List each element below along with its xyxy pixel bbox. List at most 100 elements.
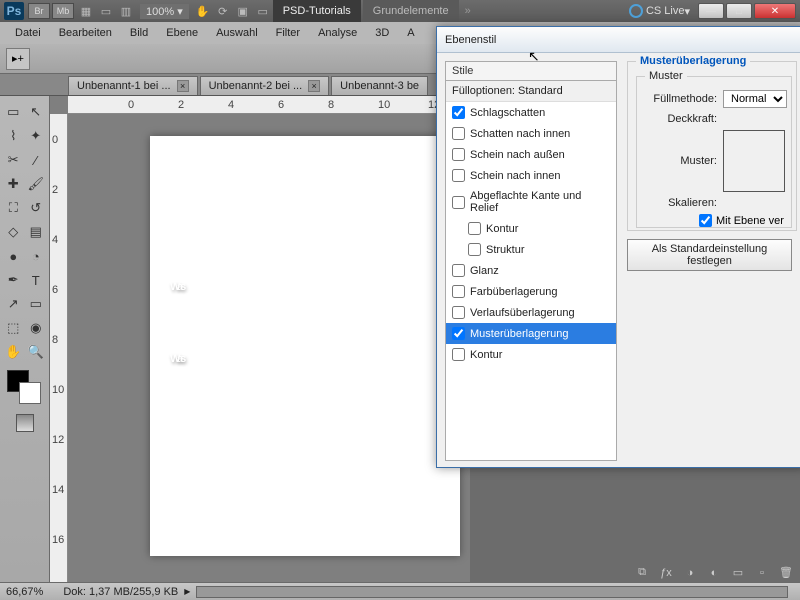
doc-tab-1[interactable]: Unbenannt-1 bei ...× <box>68 76 198 95</box>
style-checkbox[interactable] <box>468 243 481 256</box>
style-item-kontur-sub[interactable]: Kontur <box>446 218 616 239</box>
lasso-tool[interactable]: ⌇ <box>3 125 24 147</box>
menu-analyse[interactable]: Analyse <box>309 24 366 42</box>
brush-tool[interactable]: 🖌 <box>26 173 47 195</box>
cs-live-button[interactable]: CS Live ▾ <box>629 4 690 18</box>
view-extras-icon[interactable]: ▦ <box>78 3 94 19</box>
history-brush-tool[interactable]: ↺ <box>26 197 47 219</box>
menu-truncated[interactable]: A <box>398 24 423 42</box>
style-checkbox[interactable] <box>452 327 465 340</box>
view-guides-icon[interactable]: ▥ <box>118 3 134 19</box>
trash-icon[interactable]: 🗑 <box>778 566 794 579</box>
style-checkbox[interactable] <box>452 196 465 209</box>
style-checkbox[interactable] <box>452 348 465 361</box>
workspace-tab-psdtutorials[interactable]: PSD-Tutorials <box>273 0 361 22</box>
bridge-button[interactable]: Br <box>28 3 50 19</box>
style-item-schlagschatten[interactable]: Schlagschatten <box>446 102 616 123</box>
hand-icon[interactable]: ✋ <box>195 3 211 19</box>
minibridge-button[interactable]: Mb <box>52 3 74 19</box>
style-checkbox[interactable] <box>452 306 465 319</box>
style-item-muster[interactable]: Musterüberlagerung <box>446 323 616 344</box>
blur-tool[interactable]: ● <box>3 245 24 267</box>
marquee-tool[interactable]: ▭ <box>3 101 24 123</box>
status-zoom[interactable]: 66,67% <box>6 586 43 598</box>
style-item-fill[interactable]: Fülloptionen: Standard <box>446 81 616 102</box>
pen-tool[interactable]: ✒ <box>3 269 24 291</box>
arrange-docs-icon[interactable]: ▣ <box>235 3 251 19</box>
3d-tool[interactable]: ⬚ <box>3 317 24 339</box>
path-tool[interactable]: ↗ <box>3 293 24 315</box>
style-checkbox[interactable] <box>452 148 465 161</box>
close-tab-icon[interactable]: × <box>177 80 189 92</box>
background-swatch[interactable] <box>19 382 41 404</box>
style-item-schein-innen[interactable]: Schein nach innen <box>446 165 616 186</box>
move-tool[interactable]: ↖ <box>26 101 47 123</box>
menu-filter[interactable]: Filter <box>267 24 309 42</box>
style-checkbox[interactable] <box>452 127 465 140</box>
style-item-glanz[interactable]: Glanz <box>446 260 616 281</box>
style-checkbox[interactable] <box>452 264 465 277</box>
zoom-level[interactable]: 100% ▾ <box>140 4 189 19</box>
camera-tool[interactable]: ◉ <box>26 317 47 339</box>
style-checkbox[interactable] <box>468 222 481 235</box>
blend-label: Füllmethode: <box>645 93 717 105</box>
menu-auswahl[interactable]: Auswahl <box>207 24 267 42</box>
gradient-tool[interactable]: ▤ <box>26 221 47 243</box>
window-close-button[interactable]: ✕ <box>754 3 796 19</box>
zoom-tool[interactable]: 🔍 <box>26 341 47 363</box>
make-default-button[interactable]: Als Standardeinstellung festlegen <box>627 239 792 271</box>
type-tool[interactable]: T <box>26 269 47 291</box>
dialog-titlebar[interactable]: Ebenenstil <box>437 27 800 53</box>
heal-tool[interactable]: ✚ <box>3 173 24 195</box>
hand-tool[interactable]: ✋ <box>3 341 24 363</box>
shape-tool[interactable]: ▭ <box>26 293 47 315</box>
adjustment-icon[interactable]: ◐ <box>706 567 722 579</box>
menu-3d[interactable]: 3D <box>366 24 398 42</box>
style-item-farbueberlagerung[interactable]: Farbüberlagerung <box>446 281 616 302</box>
window-maximize-button[interactable]: □ <box>726 3 752 19</box>
dodge-tool[interactable]: ◔ <box>26 245 47 267</box>
blend-mode-select[interactable]: Normal <box>723 90 787 108</box>
view-rulers-icon[interactable]: ▭ <box>98 3 114 19</box>
workspace-more-icon[interactable]: » <box>465 5 471 17</box>
screen-mode-icon[interactable]: ▭ <box>255 3 271 19</box>
style-checkbox[interactable] <box>452 285 465 298</box>
new-layer-icon[interactable]: ▫ <box>754 567 770 579</box>
doc-tab-3[interactable]: Unbenannt-3 be <box>331 76 428 95</box>
style-item-bevel[interactable]: Abgeflachte Kante und Relief <box>446 186 616 218</box>
style-item-schein-aussen[interactable]: Schein nach außen <box>446 144 616 165</box>
snap-checkbox[interactable] <box>699 214 712 227</box>
eraser-tool[interactable]: ◇ <box>3 221 24 243</box>
pattern-swatch[interactable] <box>723 130 785 192</box>
menu-bearbeiten[interactable]: Bearbeiten <box>50 24 121 42</box>
menu-bild[interactable]: Bild <box>121 24 157 42</box>
group-icon[interactable]: ▭ <box>730 566 746 579</box>
status-menu-arrow-icon[interactable]: ▶ <box>184 587 190 596</box>
window-minimize-button[interactable]: — <box>698 3 724 19</box>
color-swatches[interactable] <box>2 370 47 406</box>
fx-icon[interactable]: ƒx <box>658 567 674 579</box>
stamp-tool[interactable]: ⛶ <box>3 197 24 219</box>
quickmask-icon[interactable] <box>16 414 34 432</box>
doc-tab-2[interactable]: Unbenannt-2 bei ...× <box>200 76 330 95</box>
style-item-struktur-sub[interactable]: Struktur <box>446 239 616 260</box>
workspace-tab-grundelemente[interactable]: Grundelemente <box>363 0 459 22</box>
style-checkbox[interactable] <box>452 106 465 119</box>
current-tool-icon[interactable]: ▸+ <box>6 48 30 70</box>
link-layers-icon[interactable]: ⧉ <box>634 566 650 579</box>
menu-ebene[interactable]: Ebene <box>157 24 207 42</box>
style-item-kontur[interactable]: Kontur <box>446 344 616 365</box>
horizontal-scrollbar[interactable] <box>196 586 788 598</box>
status-doc-info[interactable]: Dok: 1,37 MB/255,9 KB <box>63 586 178 598</box>
document-canvas[interactable] <box>150 136 460 556</box>
wand-tool[interactable]: ✦ <box>26 125 47 147</box>
style-item-verlauf[interactable]: Verlaufsüberlagerung <box>446 302 616 323</box>
mask-icon[interactable]: ◑ <box>682 567 698 579</box>
close-tab-icon[interactable]: × <box>308 80 320 92</box>
style-checkbox[interactable] <box>452 169 465 182</box>
style-item-schatten-innen[interactable]: Schatten nach innen <box>446 123 616 144</box>
rotate-view-icon[interactable]: ⟳ <box>215 3 231 19</box>
crop-tool[interactable]: ✂ <box>3 149 24 171</box>
menu-datei[interactable]: Datei <box>6 24 50 42</box>
eyedropper-tool[interactable]: ∕ <box>26 149 47 171</box>
